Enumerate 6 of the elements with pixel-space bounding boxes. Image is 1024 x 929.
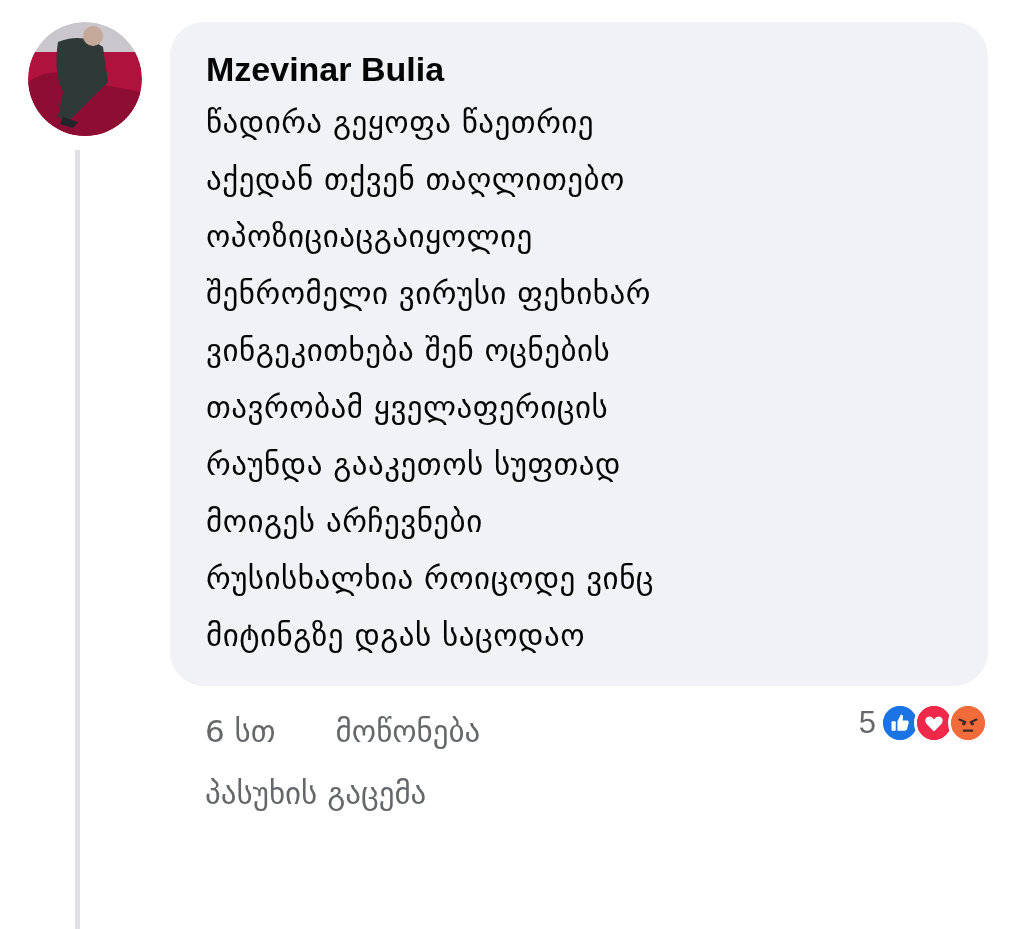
reaction-count[interactable]: 5	[858, 700, 876, 747]
like-link[interactable]: მოწონება	[335, 710, 481, 752]
comment-text: წადირა გეყოფა წაეთრიე აქედან თქვენ თაღლითებო ოპოზიციაცგაიყოლიე შენრომელი ვირუსი ფეხიხარ ვინგეკითხება შენ ოცნების თავრობამ ყველაფერიცის რაუნდა გააკეთოს სუფთად მოიგეს არჩევნები რუსისხალხია როიცოდე ვინც მიტინგზე დგას საცოდაო	[206, 103, 656, 655]
comment-time[interactable]: 6 სთ	[205, 710, 276, 752]
author-name[interactable]: Mzevinar Bulia	[206, 48, 445, 90]
reply-link[interactable]: პასუხის გაცემა	[205, 772, 481, 814]
